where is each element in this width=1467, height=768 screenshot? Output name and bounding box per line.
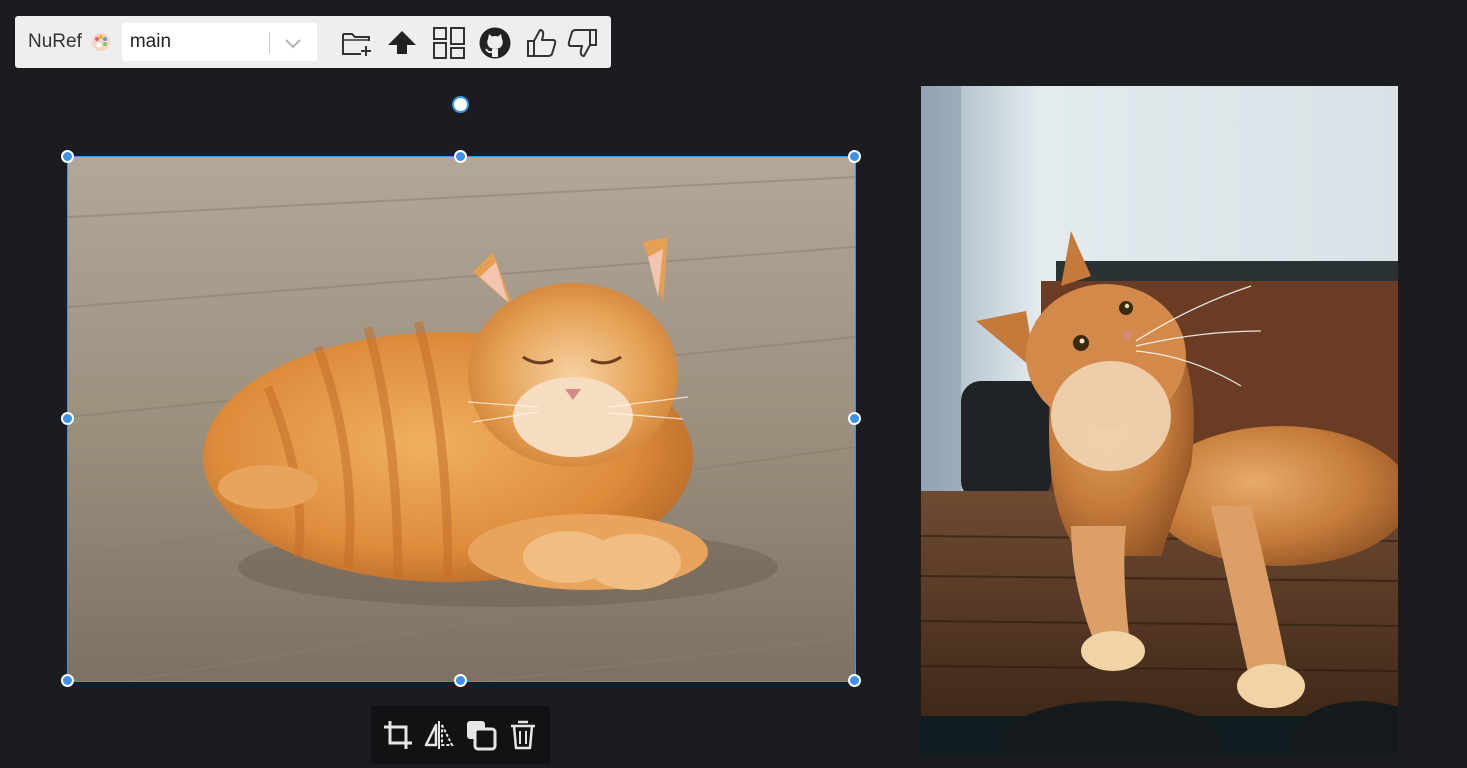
select-divider: [268, 32, 270, 54]
crop-button[interactable]: [381, 718, 415, 752]
flip-horizontal-icon: [424, 721, 454, 749]
thumbs-down-button[interactable]: [563, 24, 601, 62]
resize-handle-bottom-left[interactable]: [61, 674, 74, 687]
resize-handle-top-left[interactable]: [61, 150, 74, 163]
sleeping-orange-cat-image[interactable]: [68, 157, 855, 681]
thumbs-down-icon: [567, 29, 597, 57]
trash-icon: [511, 720, 535, 750]
layers-icon: [467, 721, 497, 751]
layout-button[interactable]: [430, 24, 468, 62]
chevron-down-icon[interactable]: [283, 34, 303, 52]
palette-icon: [91, 33, 110, 51]
resize-handle-bottom[interactable]: [454, 674, 467, 687]
main-toolbar: NuRef main: [15, 16, 611, 68]
resize-handle-top[interactable]: [454, 150, 467, 163]
flip-button[interactable]: [422, 718, 456, 752]
resize-handle-right[interactable]: [848, 412, 861, 425]
resize-handle-bottom-right[interactable]: [848, 674, 861, 687]
layout-grid-icon: [433, 27, 465, 59]
delete-button[interactable]: [506, 718, 540, 752]
thumbs-up-icon: [527, 29, 557, 57]
crop-icon: [384, 721, 412, 749]
upload-button[interactable]: [383, 24, 421, 62]
board-select-value: main: [129, 31, 172, 52]
github-button[interactable]: [476, 24, 514, 62]
selection-toolbar: [371, 706, 550, 764]
upload-arrow-icon: [388, 31, 416, 54]
github-icon: [479, 27, 511, 59]
app-name: NuRef: [28, 31, 82, 52]
bring-forward-button[interactable]: [464, 718, 498, 752]
maine-coon-cat-image[interactable]: [921, 86, 1398, 754]
new-folder-button[interactable]: [338, 24, 376, 62]
resize-handle-left[interactable]: [61, 412, 74, 425]
resize-handle-top-right[interactable]: [848, 150, 861, 163]
rotate-handle[interactable]: [452, 96, 469, 113]
folder-plus-icon: [342, 33, 371, 56]
board-select[interactable]: main: [121, 23, 317, 61]
thumbs-up-button[interactable]: [523, 24, 561, 62]
